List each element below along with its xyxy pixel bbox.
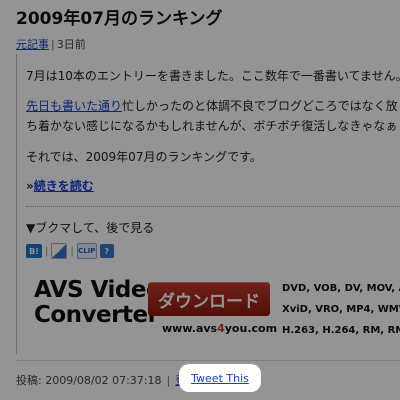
paragraph-2: 先日も書いた通り忙しかったのと体調不良でブログどころではなく放 ち着かない感じに… xyxy=(26,96,398,136)
meta-separator: | xyxy=(51,38,55,51)
previous-post-link[interactable]: 先日も書いた通り xyxy=(26,99,122,113)
hatena-bookmark-icon[interactable]: B! xyxy=(26,244,42,258)
ad-formats-line-3: H.263, H.264, RM, RMV xyxy=(282,325,400,336)
bookmark-icons: B! | | CLIP ? xyxy=(26,242,114,260)
post-meta: 元記事 | 3日前 xyxy=(16,36,86,52)
ad-url-pre: www.avs xyxy=(162,322,218,335)
paragraph-2-line-2: ち着かない感じになるかもしれませんが、ボチボチ復活しなきゃなぁ xyxy=(26,119,398,133)
footer-rule xyxy=(16,360,400,361)
posted-timestamp: 投稿: 2009/08/02 07:37:18 xyxy=(16,374,162,387)
footer-separator: | xyxy=(166,373,171,387)
tweet-highlight: Tweet This xyxy=(179,364,261,392)
ad-logo-line-2: Converter xyxy=(34,302,159,328)
clip-icon[interactable]: CLIP xyxy=(76,243,97,259)
paragraph-2-text: 忙しかったのと体調不良でブログどころではなく放 xyxy=(122,99,398,113)
ad-formats: DVD, VOB, DV, MOV, AV XviD, VRO, MP4, WM… xyxy=(282,278,400,341)
bookmark-heading: ▼ブクマして、後で見る xyxy=(26,221,155,235)
divider xyxy=(26,206,400,207)
blog-post-page: 2009年07月のランキング 元記事 | 3日前 7月は10本のエントリーを書きまし… xyxy=(0,0,400,400)
delicious-icon[interactable] xyxy=(51,243,68,259)
post-age: 3日前 xyxy=(56,38,86,51)
bookmark-separator: | xyxy=(70,245,74,257)
ad-logo-line-1: AVS Video xyxy=(34,277,162,303)
ad-url-mid: 4 xyxy=(217,322,225,335)
ad-formats-line-1: DVD, VOB, DV, MOV, AV xyxy=(282,283,400,294)
ad-url: www.avs4you.com xyxy=(162,322,277,335)
content-left-rule xyxy=(16,54,23,354)
tweet-this-link[interactable]: Tweet This xyxy=(191,372,249,385)
source-article-link[interactable]: 元記事 xyxy=(16,38,49,51)
ad-logo: AVS Video Converter xyxy=(34,277,162,328)
question-icon[interactable]: ? xyxy=(99,244,114,258)
read-more: »続きを読む xyxy=(26,176,94,196)
ad-formats-line-2: XviD, VRO, MP4, WMV, xyxy=(282,304,400,315)
post-title: 2009年07月のランキング xyxy=(16,9,223,29)
ad-url-post: you.com xyxy=(224,322,278,335)
paragraph-3: それでは、2009年07月のランキングです。 xyxy=(26,150,262,164)
ad-download-button[interactable]: ダウンロード xyxy=(148,282,270,316)
bookmark-separator: | xyxy=(45,245,49,257)
read-more-link[interactable]: 続きを読む xyxy=(34,179,94,193)
read-more-prefix: » xyxy=(26,179,34,193)
ad-banner[interactable]: AVS Video Converter ダウンロード www.avs4you.c… xyxy=(26,270,400,346)
paragraph-1: 7月は10本のエントリーを書きました。ここ数年で一番書いてません。 xyxy=(26,69,400,83)
